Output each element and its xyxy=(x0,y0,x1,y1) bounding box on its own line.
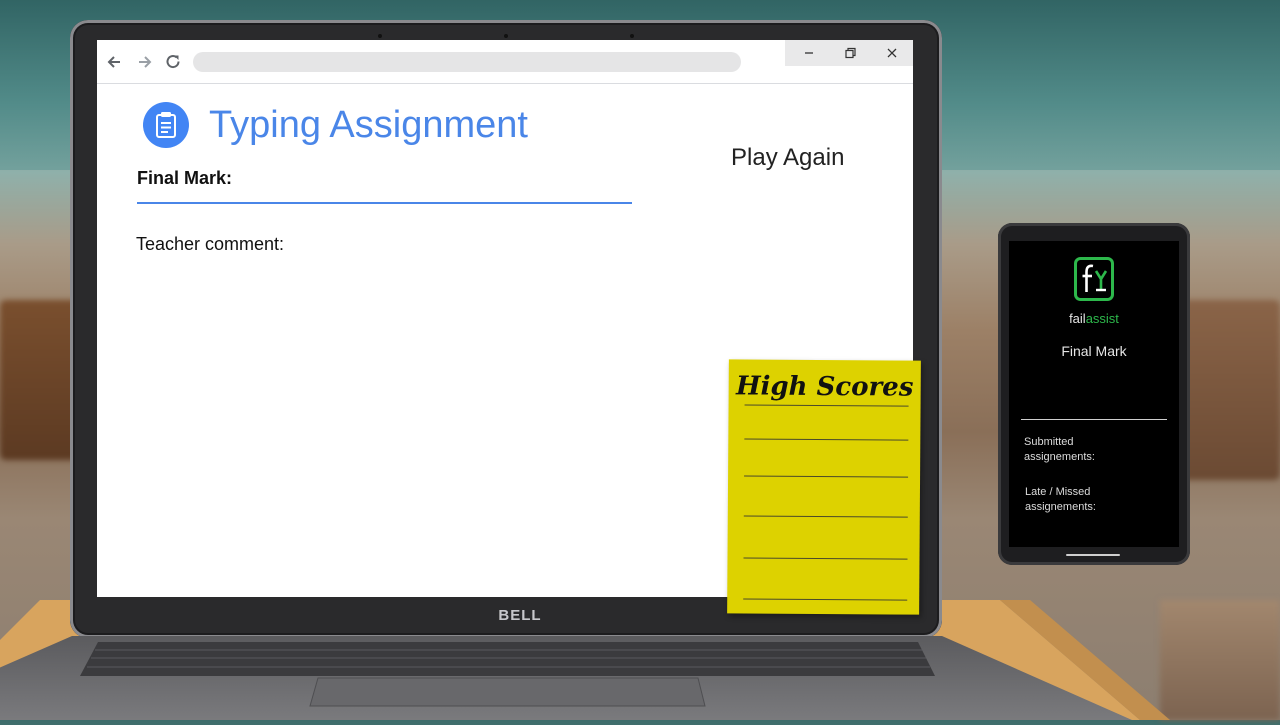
app-name: failassist xyxy=(1069,311,1119,326)
close-icon xyxy=(887,48,897,58)
minimize-icon xyxy=(805,52,813,54)
window-controls xyxy=(785,40,913,66)
late-missed-assignments-label: Late / Missed assignements: xyxy=(1025,486,1096,513)
final-mark-label: Final Mark: xyxy=(137,168,233,188)
camera-dot xyxy=(630,34,634,38)
score-line xyxy=(744,404,909,407)
laptop-keyboard-deck xyxy=(0,636,1280,720)
page-title: Typing Assignment xyxy=(209,104,528,146)
play-again-button[interactable]: Play Again xyxy=(731,144,844,172)
browser-toolbar xyxy=(97,40,913,84)
clipboard-icon xyxy=(143,102,189,148)
failassist-logo-icon xyxy=(1074,257,1114,301)
close-button[interactable] xyxy=(882,43,902,63)
phone-final-mark-label: Final Mark xyxy=(1061,343,1127,359)
score-line xyxy=(743,598,908,601)
reload-icon xyxy=(166,55,180,69)
score-line xyxy=(743,515,908,518)
camera-dot xyxy=(504,34,508,38)
final-mark-field xyxy=(137,202,632,204)
arrow-right-icon xyxy=(139,56,152,68)
forward-button[interactable] xyxy=(134,52,154,72)
score-line xyxy=(743,557,908,560)
phone-divider xyxy=(1021,419,1167,420)
laptop-brand-logo: BELL xyxy=(498,607,542,624)
restore-icon xyxy=(845,47,856,59)
home-indicator[interactable] xyxy=(1066,554,1120,556)
camera-dot xyxy=(378,34,382,38)
teacher-comment-label: Teacher comment: xyxy=(136,234,285,254)
score-line xyxy=(744,438,909,441)
score-line xyxy=(744,475,909,478)
address-bar[interactable] xyxy=(193,52,741,72)
reload-button[interactable] xyxy=(163,52,183,72)
back-button[interactable] xyxy=(105,52,125,72)
minimize-button[interactable] xyxy=(799,43,819,63)
high-scores-sticky-note: High Scores xyxy=(727,359,921,615)
phone: failassist Final Mark Submitted assignem… xyxy=(998,223,1190,565)
restore-button[interactable] xyxy=(840,43,860,63)
phone-screen: failassist Final Mark Submitted assignem… xyxy=(1009,241,1179,547)
high-scores-title: High Scores xyxy=(735,371,914,403)
submitted-assignments-label: Submitted assignements: xyxy=(1024,436,1095,463)
arrow-left-icon xyxy=(107,56,120,68)
